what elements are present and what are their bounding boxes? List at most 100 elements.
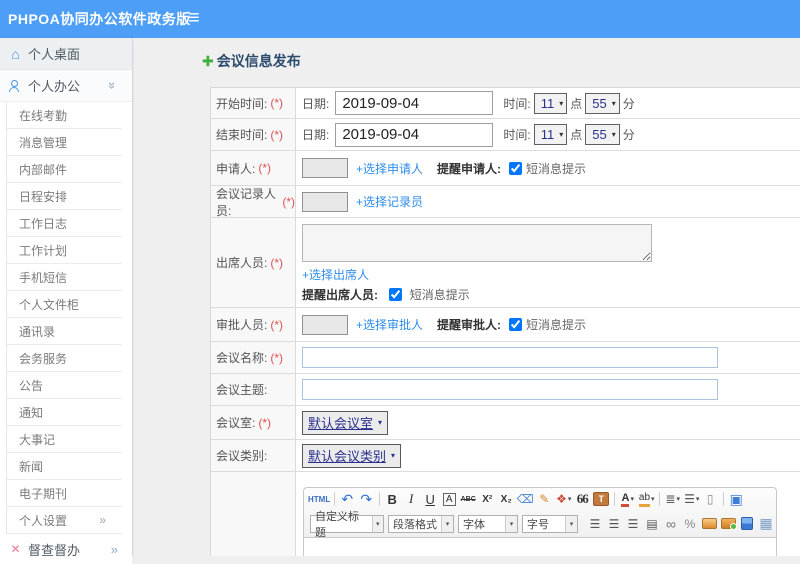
end-minute-select[interactable]: 55 ▾ (585, 124, 620, 145)
applicant-sms-checkbox[interactable] (509, 161, 523, 175)
applicant-input[interactable] (302, 158, 348, 178)
sidebar-subitem[interactable]: 个人文件柜 (7, 291, 122, 318)
sidebar-subitem[interactable]: 公告 (7, 372, 122, 399)
sidebar-subitem[interactable]: 个人设置 » (7, 507, 122, 534)
recorder-input[interactable] (302, 191, 348, 212)
menu-icon[interactable]: ≡ (188, 7, 200, 30)
align-right-icon[interactable]: ☰ (624, 514, 643, 534)
font-family-select[interactable]: 字体 ▾ (458, 514, 518, 533)
sidebar-subitem[interactable]: 手机短信 (7, 264, 122, 291)
blockquote-icon[interactable]: 66 (573, 489, 592, 509)
choose-approver-link[interactable]: +选择审批人 (356, 316, 423, 333)
approver-input[interactable] (302, 314, 348, 335)
paint-format-icon[interactable]: ❖ ▾ (554, 489, 573, 509)
unordered-list-icon[interactable]: ☰ ▾ (682, 489, 701, 509)
field-label: 会议室: (*) (211, 406, 296, 439)
redo-icon[interactable]: ↷ (357, 489, 376, 509)
toolbar-separator (334, 492, 336, 506)
meeting-category-select[interactable]: 默认会议类别 ▾ (302, 443, 402, 468)
paste-icon[interactable]: T (592, 489, 611, 509)
sidebar-subitem[interactable]: 新闻 (7, 453, 122, 480)
sidebar-subitem[interactable]: 通知 (7, 399, 122, 426)
media-icon[interactable] (738, 514, 757, 534)
font-size-select[interactable]: 字号 ▾ (522, 514, 578, 533)
image-icon[interactable] (700, 514, 719, 534)
meeting-room-select[interactable]: 默认会议室 ▾ (302, 410, 389, 435)
required-mark: (*) (270, 96, 284, 110)
align-justify-icon[interactable]: ▤ (643, 514, 662, 534)
approver-sms-checkbox[interactable] (509, 318, 523, 331)
paragraph-format-select[interactable]: 段落格式 ▾ (388, 514, 454, 533)
choose-attendees-link[interactable]: +选择出席人 (302, 266, 369, 283)
sidebar-item-supervision[interactable]: ✕ 督查督办 » (0, 534, 132, 564)
end-hour-select[interactable]: 11 ▾ (533, 124, 568, 145)
meeting-name-input[interactable] (302, 347, 718, 368)
start-date-input[interactable] (335, 91, 494, 115)
editor-content-area[interactable] (303, 537, 777, 556)
sidebar-subitem[interactable]: 会务服务 (7, 345, 122, 372)
chevron-down-icon: ▾ (611, 130, 616, 139)
chevron-down-icon: ▾ (611, 98, 616, 108)
field-label: 会议类别: (211, 440, 296, 471)
html-source-button[interactable]: HTML (308, 489, 331, 509)
sidebar-subitem[interactable]: 工作计划 (7, 237, 122, 264)
attendees-textarea[interactable] (302, 224, 652, 262)
highlight-icon[interactable]: ab ▾ (637, 489, 656, 509)
format-brush-icon[interactable]: ✎ (535, 489, 554, 509)
new-page-icon[interactable]: ▯ (701, 489, 720, 509)
choose-applicant-link[interactable]: +选择申请人 (356, 160, 423, 177)
sidebar-subitem[interactable]: 电子期刊 (7, 480, 122, 507)
sidebar-subitem-label: 手机短信 (19, 270, 68, 285)
custom-title-select[interactable]: 自定义标题 ▾ (310, 511, 384, 539)
start-hour-select[interactable]: 11 ▾ (533, 92, 568, 114)
sidebar-item-personal-desktop[interactable]: ⌂ 个人桌面 (0, 38, 132, 70)
form-row-meeting-subject: 会议主题: (211, 374, 800, 406)
font-box-icon[interactable]: A (440, 489, 459, 509)
strikethrough-icon[interactable]: ABC (459, 489, 478, 509)
align-center-icon[interactable]: ☰ (605, 514, 624, 534)
table-icon[interactable]: ▦ (757, 514, 776, 534)
anchor-icon[interactable]: % (681, 514, 700, 534)
meeting-form: 开始时间:(*) 日期: 时间: 11▾ 点 55▾ 分 结束时间:(*) 日期… (210, 87, 800, 556)
bold-icon[interactable]: B (383, 489, 402, 509)
underline-icon[interactable]: U (421, 489, 440, 509)
sidebar-subitem[interactable]: 日程安排 (7, 183, 122, 210)
meeting-subject-input[interactable] (302, 379, 718, 400)
end-date-input[interactable] (335, 122, 494, 147)
undo-icon[interactable]: ↶ (338, 489, 357, 509)
sidebar-subitem-label: 内部邮件 (19, 162, 68, 177)
sidebar-subitem-label: 日程安排 (19, 189, 68, 204)
align-left-icon[interactable]: ☰ (586, 514, 605, 534)
editor-toolbar-row1: HTML ↶ ↷ B I U A ABC X² X₂ ⌫ ✎ ❖ ▾ 66 T … (304, 488, 776, 511)
sidebar-item-personal-office[interactable]: 个人办公 » (0, 70, 132, 102)
chevron-down-icon: ▾ (378, 418, 383, 427)
sidebar-subitem[interactable]: 工作日志 (7, 210, 122, 237)
main-content: ✚ 会议信息发布 开始时间:(*) 日期: 时间: 11▾ 点 55▾ 分 结束… (134, 38, 800, 556)
sidebar-subitem-label: 个人设置 (19, 513, 68, 528)
attendees-sms-checkbox[interactable] (389, 288, 403, 301)
superscript-icon[interactable]: X² (478, 489, 497, 509)
sidebar-subitem-label: 大事记 (19, 432, 56, 447)
start-minute-select[interactable]: 55 ▾ (585, 92, 620, 114)
sidebar-subitem[interactable]: 内部邮件 (7, 156, 122, 183)
font-color-icon[interactable]: A ▾ (618, 489, 637, 509)
fullscreen-icon[interactable]: ▣ (727, 489, 746, 509)
sidebar-subitem-label: 公告 (19, 378, 44, 393)
sidebar-subitem[interactable]: 通讯录 (7, 318, 122, 345)
sidebar-subitem[interactable]: 大事记 (7, 426, 122, 453)
required-mark: (*) (258, 415, 272, 430)
sidebar: ⌂ 个人桌面 个人办公 » 在线考勤 消息管理 内部邮件 日程安排 工作日志 工… (0, 38, 133, 564)
link-icon[interactable]: ∞ (662, 514, 681, 534)
flash-icon[interactable] (719, 514, 738, 534)
sidebar-subitem[interactable]: 在线考勤 (7, 102, 122, 129)
ordered-list-icon[interactable]: ≣ ▾ (663, 489, 682, 509)
choose-recorder-link[interactable]: +选择记录员 (356, 193, 423, 210)
eraser-icon[interactable]: ⌫ (516, 489, 535, 509)
subscript-icon[interactable]: X₂ (497, 489, 516, 509)
italic-icon[interactable]: I (402, 489, 421, 509)
sidebar-subitem[interactable]: 消息管理 (7, 129, 122, 156)
chevron-down-icon: ▾ (391, 451, 396, 460)
editor-toolbar-row2: 自定义标题 ▾ 段落格式 ▾ 字体 ▾ 字号 ▾ ☰ ☰ ☰ ▤ ∞ % ▦ (304, 511, 776, 539)
add-icon: ✚ (202, 52, 214, 69)
toolbar-separator (614, 492, 616, 506)
